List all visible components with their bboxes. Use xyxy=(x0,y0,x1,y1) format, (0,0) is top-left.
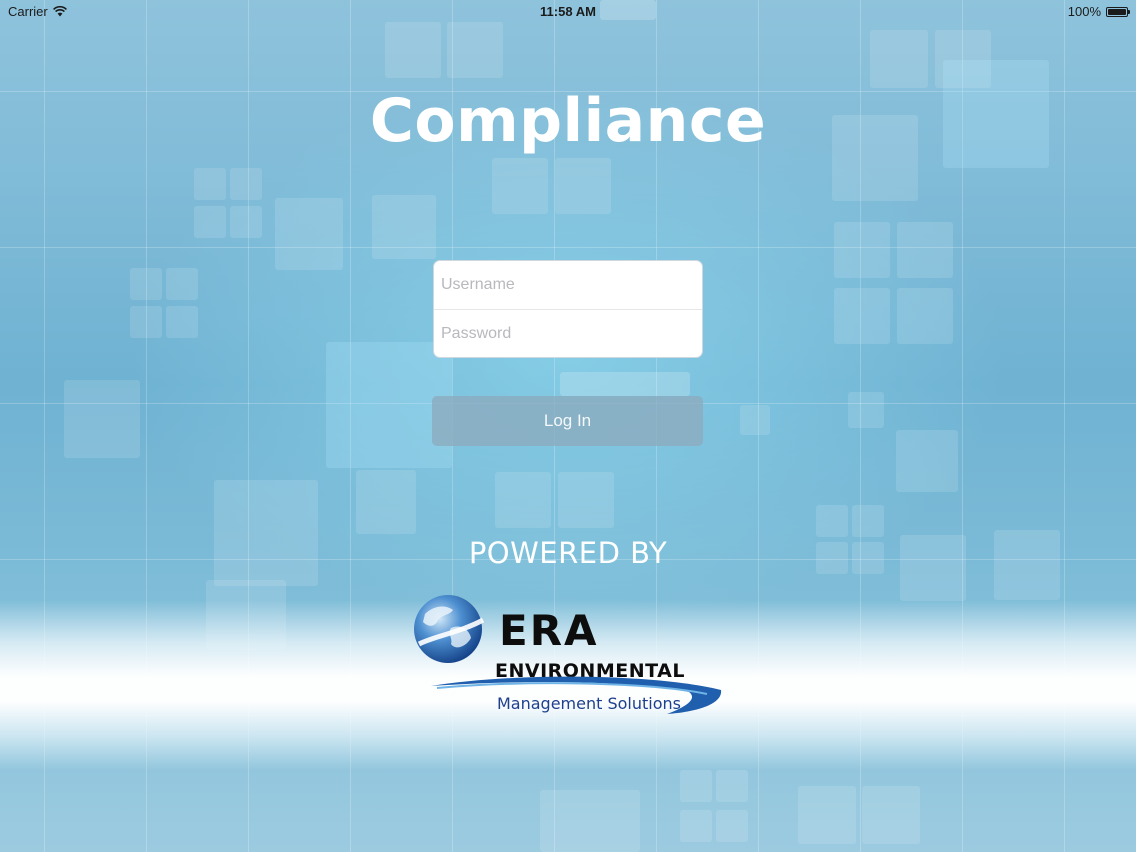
era-logo: ERA ENVIRONMENTAL Management Solutions xyxy=(405,588,725,724)
app-title: Compliance xyxy=(369,86,767,156)
logo-tagline: Management Solutions xyxy=(497,694,681,713)
login-button[interactable]: Log In xyxy=(432,396,703,446)
status-time: 11:58 AM xyxy=(540,4,596,19)
battery-icon xyxy=(1106,6,1130,17)
logo-era-text: ERA xyxy=(499,606,599,655)
status-bar: Carrier 11:58 AM 100% xyxy=(0,0,1136,24)
login-form xyxy=(433,260,703,358)
battery-indicator: 100% xyxy=(1067,4,1130,19)
username-input[interactable] xyxy=(434,261,702,309)
battery-percentage: 100% xyxy=(1067,4,1101,19)
battery-level-fill xyxy=(1108,8,1126,15)
powered-by-label: POWERED BY xyxy=(468,536,668,570)
password-input[interactable] xyxy=(434,310,702,357)
globe-icon xyxy=(414,595,485,663)
